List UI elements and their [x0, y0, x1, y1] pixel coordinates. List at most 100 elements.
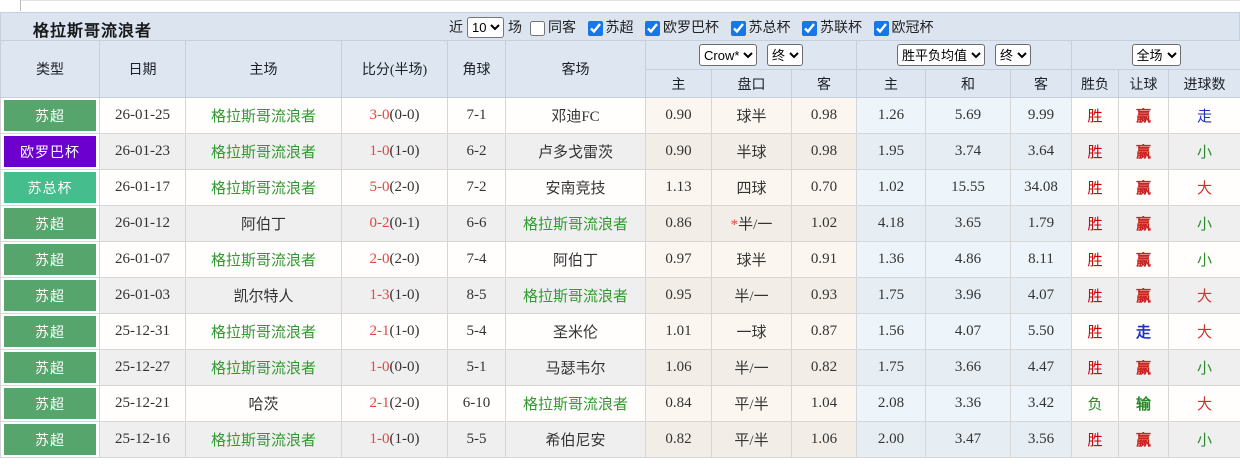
- away-team-cell: 希伯尼安: [505, 421, 646, 458]
- league-type-badge: 苏超: [4, 100, 96, 131]
- fulltime-score: 5-0: [369, 179, 390, 195]
- odds-home-value: 1.13: [645, 169, 712, 206]
- home-team-link[interactable]: 凯尔特人: [233, 289, 293, 305]
- games-label: 场: [508, 21, 522, 36]
- title-bar: 格拉斯哥流浪者 近 10 场 同客 苏超 欧罗巴杯 苏总杯 苏联杯 欧冠杯: [0, 12, 1240, 40]
- corner-count: 5-5: [447, 421, 506, 458]
- goals-flag: 大: [1167, 313, 1240, 350]
- handicap-flag: 赢: [1118, 241, 1169, 278]
- corner-count: 6-2: [447, 133, 506, 170]
- odds-home-value: 0.90: [645, 97, 712, 134]
- home-team-link[interactable]: 哈茨: [248, 397, 278, 413]
- league-type-cell: 苏超: [0, 97, 100, 134]
- away-team-link[interactable]: 阿伯丁: [553, 253, 598, 269]
- league-filter-checkboxes: 同客 苏超 欧罗巴杯 苏总杯 苏联杯 欧冠杯: [522, 17, 934, 37]
- table-row: 苏超 25-12-27 格拉斯哥流浪者 1-0(0-0) 5-1 马瑟韦尔 1.…: [0, 349, 1240, 386]
- home-team-link[interactable]: 格拉斯哥流浪者: [211, 253, 316, 269]
- league-type-badge: 苏超: [4, 316, 96, 347]
- league-type-badge: 苏超: [4, 280, 96, 311]
- goals-flag: 小: [1167, 421, 1240, 458]
- handicap-flag: 走: [1118, 313, 1169, 350]
- away-team-link[interactable]: 安南竞技: [545, 181, 605, 197]
- fulltime-score: 1-0: [369, 143, 390, 159]
- odds-handicap-value: 一球: [711, 313, 792, 350]
- match-date: 25-12-27: [99, 349, 186, 386]
- league-filter-item: 欧罗巴杯: [637, 21, 719, 37]
- avg-home-value: 1.36: [856, 241, 926, 278]
- league-filter-checkbox[interactable]: [587, 21, 603, 37]
- avg-state-select[interactable]: 终: [995, 44, 1031, 66]
- league-filter-checkbox[interactable]: [645, 21, 660, 37]
- home-team-link[interactable]: 格拉斯哥流浪者: [211, 181, 316, 197]
- league-filter-checkbox[interactable]: [730, 21, 746, 37]
- home-team-link[interactable]: 格拉斯哥流浪者: [211, 109, 316, 125]
- league-type-badge: 欧罗巴杯: [4, 136, 96, 167]
- away-team-cell: 卢多戈雷茨: [505, 133, 646, 170]
- away-team-link[interactable]: 马瑟韦尔: [545, 361, 605, 377]
- away-team-link[interactable]: 格拉斯哥流浪者: [523, 289, 628, 305]
- avg-away-value: 1.79: [1010, 205, 1072, 242]
- avg-home-value: 1.26: [856, 97, 926, 134]
- result-flag: 胜: [1071, 169, 1119, 206]
- odds-away-value: 0.87: [791, 313, 857, 350]
- league-filter-label: 欧罗巴杯: [663, 21, 719, 36]
- away-team-link[interactable]: 圣米伦: [553, 325, 598, 341]
- avg-draw-value: 3.74: [925, 133, 1011, 170]
- score-cell: 3-0(0-0): [341, 97, 448, 134]
- score-cell: 1-0(0-0): [341, 349, 448, 386]
- odds-handicap-value: 球半: [711, 241, 792, 278]
- home-team-link[interactable]: 格拉斯哥流浪者: [211, 145, 316, 161]
- odds-handicap-value: 平/半: [711, 421, 792, 458]
- avg-away-value: 3.56: [1010, 421, 1072, 458]
- col-header-odds-handicap: 盘口: [711, 69, 792, 98]
- col-header-score: 比分(半场): [341, 40, 448, 98]
- odds-home-value: 0.95: [645, 277, 712, 314]
- corner-count: 5-4: [447, 313, 506, 350]
- league-type-badge: 苏超: [4, 388, 96, 419]
- score-cell: 1-3(1-0): [341, 277, 448, 314]
- home-team-cell: 格拉斯哥流浪者: [185, 97, 342, 134]
- away-team-link[interactable]: 希伯尼安: [545, 433, 605, 449]
- odds-handicap-value: 球半: [711, 97, 792, 134]
- odds-home-value: 0.84: [645, 385, 712, 422]
- home-team-link[interactable]: 格拉斯哥流浪者: [211, 433, 316, 449]
- away-team-link[interactable]: 卢多戈雷茨: [538, 145, 613, 161]
- scope-select[interactable]: 全场: [1131, 44, 1181, 66]
- league-filter-checkbox[interactable]: [873, 21, 889, 37]
- near-label: 近: [449, 21, 463, 36]
- avg-type-select[interactable]: 胜平负均值: [897, 44, 985, 66]
- league-filter-label: 苏联杯: [820, 21, 862, 36]
- bookmaker-select[interactable]: Crow*: [699, 44, 757, 66]
- match-history-table: 类型 日期 主场 比分(半场) 角球 客场 Crow* 终 胜平负均值 终 全场…: [0, 40, 1240, 458]
- result-flag: 胜: [1071, 97, 1119, 134]
- away-team-link[interactable]: 格拉斯哥流浪者: [523, 397, 628, 413]
- avg-home-value: 2.08: [856, 385, 926, 422]
- home-team-cell: 哈茨: [185, 385, 342, 422]
- table-row: 苏总杯 26-01-17 格拉斯哥流浪者 5-0(2-0) 7-2 安南竞技 1…: [0, 169, 1240, 206]
- home-team-link[interactable]: 格拉斯哥流浪者: [211, 325, 316, 341]
- handicap-flag: 赢: [1118, 169, 1169, 206]
- team-match-history-panel: 格拉斯哥流浪者 近 10 场 同客 苏超 欧罗巴杯 苏总杯 苏联杯 欧冠杯 类型…: [0, 0, 1240, 468]
- league-filter-checkbox[interactable]: [530, 21, 545, 37]
- result-flag: 胜: [1071, 349, 1119, 386]
- score-cell: 1-0(1-0): [341, 421, 448, 458]
- odds-away-value: 0.82: [791, 349, 857, 386]
- home-team-link[interactable]: 阿伯丁: [241, 217, 286, 233]
- result-flag: 胜: [1071, 133, 1119, 170]
- divider: [20, 0, 1240, 1]
- home-team-link[interactable]: 格拉斯哥流浪者: [211, 361, 316, 377]
- league-type-cell: 苏超: [0, 205, 100, 242]
- away-team-cell: 安南竞技: [505, 169, 646, 206]
- odds-home-value: 1.01: [645, 313, 712, 350]
- recent-count-select[interactable]: 10: [467, 16, 504, 38]
- odds-state-select[interactable]: 终: [767, 44, 803, 66]
- odds-handicap-value: 半/一: [711, 349, 792, 386]
- away-team-link[interactable]: 邓迪FC: [551, 109, 599, 125]
- league-filter-checkbox[interactable]: [802, 21, 817, 37]
- league-filter-item: 同客: [522, 21, 576, 37]
- halftime-score: (0-0): [389, 359, 420, 375]
- halftime-score: (1-0): [389, 287, 420, 303]
- league-filter-label: 同客: [548, 21, 576, 36]
- match-date: 25-12-31: [99, 313, 186, 350]
- away-team-link[interactable]: 格拉斯哥流浪者: [523, 217, 628, 233]
